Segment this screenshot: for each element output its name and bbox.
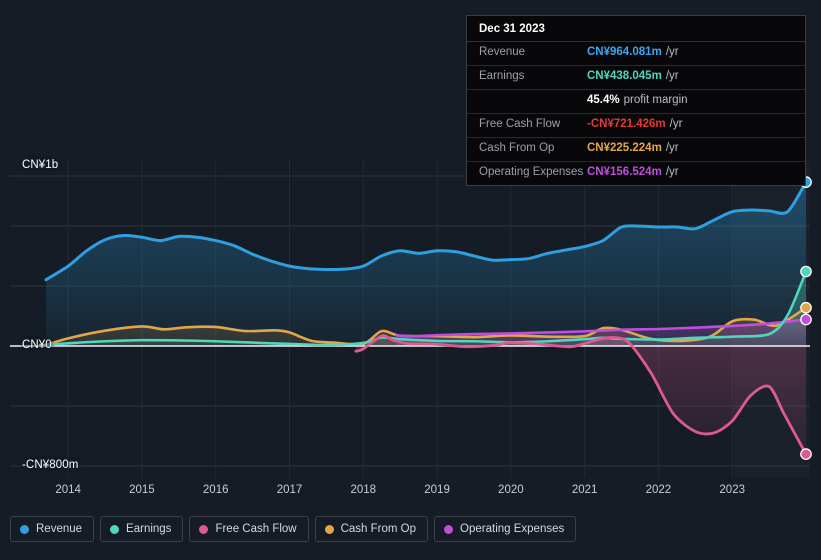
tooltip-row-value: CN¥438.045m: [587, 70, 662, 82]
tooltip-row-label: Free Cash Flow: [479, 118, 561, 130]
y-axis-label-bottom: -CN¥800m: [22, 459, 79, 471]
financial-area-chart: CN¥1b CN¥0 -CN¥800m 2014 2015 2016 2017 2018…: [0, 0, 821, 560]
tooltip-row-label: Operating Expenses: [479, 166, 584, 178]
x-axis-tick-2015: 2015: [129, 484, 155, 496]
tooltip-row-suffix: /yr: [665, 142, 679, 154]
tooltip-row: Cash From Op CN¥225.224m/yr: [467, 138, 805, 162]
legend-item-label: Cash From Op: [340, 523, 417, 535]
legend-item-earnings[interactable]: Earnings: [100, 516, 184, 542]
tooltip-row-value: CN¥156.524m: [587, 166, 662, 178]
legend-item-cash-from-op[interactable]: Cash From Op: [314, 516, 429, 542]
tooltip-row-label: Revenue: [479, 46, 526, 58]
tooltip-row-suffix: profit margin: [623, 94, 688, 106]
legend-color-dot: [110, 524, 120, 534]
legend-color-dot: [20, 524, 29, 534]
tooltip-date-title: Dec 31 2023: [467, 16, 805, 42]
tooltip-row-value: 45.4%: [587, 94, 620, 106]
data-tooltip: Dec 31 2023 Revenue CN¥964.081m/yr Earning…: [466, 15, 806, 186]
tooltip-row: 45.4% profit margin: [467, 90, 805, 114]
x-axis-tick-2018: 2018: [350, 484, 377, 496]
legend-item-operating-expenses[interactable]: Operating Expenses: [434, 516, 577, 542]
tooltip-rows: Revenue CN¥964.081m/yr Earnings CN¥438.045m…: [467, 42, 805, 185]
legend-color-dot: [199, 524, 209, 534]
x-axis-tick-2017: 2017: [276, 484, 303, 496]
tooltip-row: Free Cash Flow -CN¥721.426m/yr: [467, 114, 805, 138]
x-axis-tick-2014: 2014: [55, 484, 81, 496]
tooltip-row-suffix: /yr: [669, 118, 683, 130]
tooltip-row-suffix: /yr: [665, 166, 679, 178]
x-axis-tick-2022: 2022: [645, 484, 672, 496]
tooltip-row-suffix: /yr: [665, 70, 679, 82]
tooltip-row-label: Earnings: [479, 70, 525, 82]
y-axis-label-top: CN¥1b: [22, 159, 59, 171]
legend-item-label: Revenue: [36, 523, 83, 535]
x-axis-tick-2019: 2019: [424, 484, 450, 496]
tooltip-row: Revenue CN¥964.081m/yr: [467, 42, 805, 66]
tooltip-row: Earnings CN¥438.045m/yr: [467, 66, 805, 90]
tooltip-row-content: CN¥438.045m/yr: [587, 70, 679, 82]
x-axis-tick-2016: 2016: [202, 484, 229, 496]
tooltip-row-suffix: /yr: [665, 46, 679, 58]
tooltip-row-content: CN¥964.081m/yr: [587, 46, 679, 58]
x-axis-tick-2023: 2023: [719, 484, 745, 496]
x-axis-tick-2021: 2021: [571, 484, 598, 496]
chart-legend[interactable]: Revenue Earnings Free Cash Flow Cash From O…: [10, 516, 577, 542]
tooltip-row-value: CN¥225.224m: [587, 142, 662, 154]
tooltip-row-label: Cash From Op: [479, 142, 555, 154]
legend-color-dot: [444, 524, 454, 534]
tooltip-row-value: CN¥964.081m: [587, 46, 662, 58]
x-axis-labels: 2014 2015 2016 2017 2018 2019 2020 2021 2022 2023: [0, 484, 821, 504]
legend-item-label: Earnings: [126, 523, 172, 535]
tooltip-row-content: CN¥225.224m/yr: [587, 142, 679, 154]
tooltip-row-value: -CN¥721.426m: [587, 118, 666, 130]
legend-item-free-cash-flow[interactable]: Free Cash Flow: [189, 516, 309, 542]
tooltip-row-content: 45.4% profit margin: [587, 94, 688, 106]
legend-item-revenue[interactable]: Revenue: [10, 516, 95, 542]
legend-item-label: Operating Expenses: [460, 523, 565, 535]
y-axis-label-zero: CN¥0: [22, 339, 52, 351]
x-axis-tick-2020: 2020: [498, 484, 524, 496]
legend-item-label: Free Cash Flow: [215, 523, 297, 535]
tooltip-row-content: CN¥156.524m/yr: [587, 166, 679, 178]
tooltip-row: Operating Expenses CN¥156.524m/yr: [467, 162, 805, 185]
tooltip-row-content: -CN¥721.426m/yr: [587, 118, 682, 130]
legend-color-dot: [324, 524, 334, 534]
